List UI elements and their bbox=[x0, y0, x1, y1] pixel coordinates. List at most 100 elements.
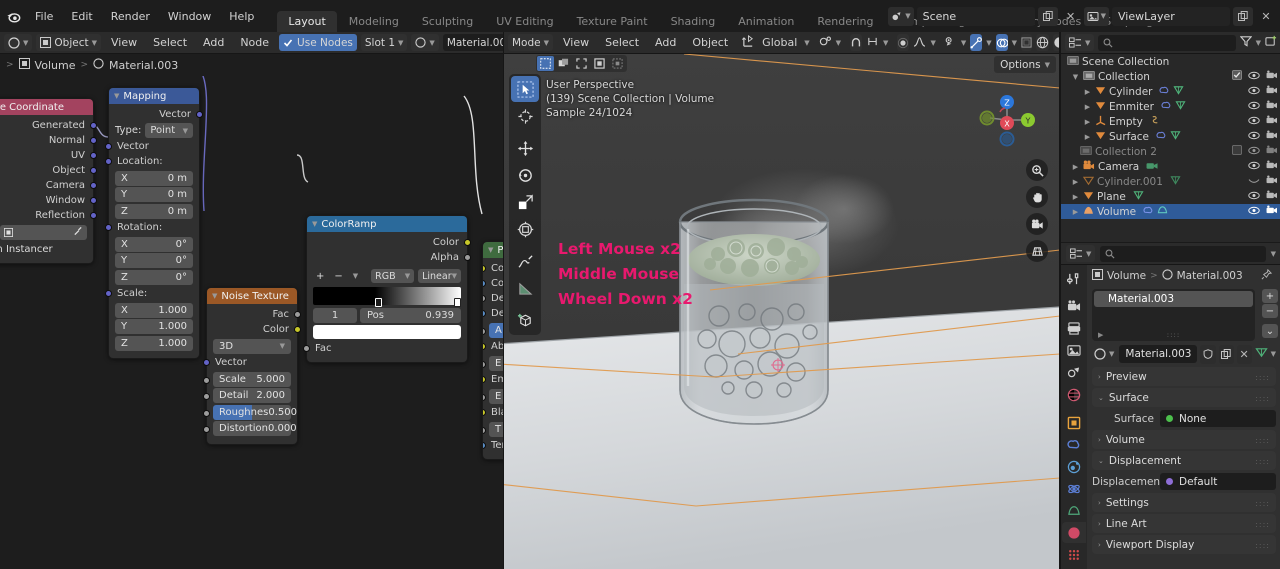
socket-dot[interactable] bbox=[483, 360, 486, 368]
node-collapse-icon[interactable]: ▼ bbox=[312, 220, 317, 228]
eyedropper-icon[interactable] bbox=[73, 226, 83, 239]
outliner-row-scene-collection[interactable]: Scene Collection bbox=[1061, 54, 1280, 69]
eye-icon[interactable] bbox=[1248, 116, 1260, 128]
mesh-data-icon[interactable] bbox=[1133, 190, 1144, 203]
material-name-input[interactable]: Material.003 bbox=[1119, 345, 1198, 363]
data-slot-icon[interactable] bbox=[1254, 347, 1268, 361]
xray-icon[interactable] bbox=[1021, 34, 1032, 51]
editor-divider-node-viewport[interactable] bbox=[503, 32, 504, 569]
scale-x-field[interactable]: X 1.000 bbox=[115, 302, 193, 318]
colorramp-pos-field[interactable]: Pos 0.939 bbox=[360, 308, 461, 323]
socket-dot[interactable] bbox=[203, 393, 210, 400]
socket-density-1[interactable]: Der bbox=[483, 291, 504, 306]
socket-dot[interactable] bbox=[105, 158, 112, 165]
properties-tab-material[interactable] bbox=[1062, 522, 1086, 543]
material-slot-item[interactable]: Material.003 bbox=[1094, 291, 1253, 307]
socket-location[interactable]: Location: bbox=[105, 154, 199, 169]
noise-scale-field[interactable]: Scale 5.000 bbox=[213, 371, 291, 387]
bsdf-anisotropic-field[interactable]: A bbox=[489, 322, 504, 338]
select-box-tool-icon[interactable] bbox=[511, 76, 539, 102]
socket-dot[interactable] bbox=[464, 239, 471, 246]
camera-view-icon[interactable] bbox=[1026, 213, 1048, 235]
viewport-options-button[interactable]: Options ▼ bbox=[994, 56, 1056, 73]
socket-dot[interactable] bbox=[90, 122, 97, 129]
material-browse-icon[interactable]: ▼ bbox=[1092, 346, 1116, 363]
menu-window[interactable]: Window bbox=[159, 7, 220, 26]
proportional-edit-icon[interactable] bbox=[897, 34, 910, 51]
breadcrumb-material-name[interactable]: Material.003 bbox=[109, 59, 178, 72]
colorramp-color-swatch[interactable] bbox=[313, 325, 461, 339]
socket-dot[interactable] bbox=[90, 137, 97, 144]
collection-checkbox[interactable] bbox=[1232, 70, 1242, 83]
outliner-tree[interactable]: Scene Collection ▼ Collection ▶ Cylinder bbox=[1061, 54, 1280, 264]
socket-dot[interactable] bbox=[105, 290, 112, 297]
properties-tab-object-constraints[interactable] bbox=[1062, 500, 1086, 521]
outliner-row-collection-2[interactable]: Collection 2 bbox=[1061, 144, 1280, 159]
material-slot-dropdown[interactable]: Slot 1 ▼ bbox=[360, 34, 408, 51]
socket-dot[interactable] bbox=[105, 224, 112, 231]
outliner-display-icon[interactable]: ▼ bbox=[1065, 34, 1095, 51]
panel-grip-icon[interactable]: :::: bbox=[1255, 373, 1270, 382]
socket-fac-out[interactable]: Fac bbox=[207, 307, 301, 322]
socket-dot[interactable] bbox=[483, 310, 486, 317]
viewport-menu-object[interactable]: Object bbox=[686, 34, 734, 51]
camera-data-icon[interactable] bbox=[1146, 160, 1159, 174]
socket-dot[interactable] bbox=[90, 167, 97, 174]
node-menu-add[interactable]: Add bbox=[197, 34, 230, 51]
socket-absorption[interactable]: Abs bbox=[483, 339, 504, 354]
editor-type-selector[interactable]: ▼ bbox=[4, 34, 33, 51]
outliner-row-cylinder-001[interactable]: ▶ Cylinder.001 bbox=[1061, 174, 1280, 189]
eye-icon[interactable] bbox=[1248, 146, 1260, 158]
outliner-row-emmiter[interactable]: ▶ Emmiter bbox=[1061, 99, 1280, 114]
snap-to-icon[interactable] bbox=[866, 36, 879, 50]
material-browse-icon[interactable]: ▼ bbox=[411, 34, 439, 51]
unlink-material-icon[interactable]: ✕ bbox=[1236, 344, 1252, 364]
new-collection-icon[interactable] bbox=[1265, 35, 1277, 50]
box-select-icon[interactable] bbox=[555, 56, 572, 71]
node-collapse-icon[interactable]: ▼ bbox=[488, 246, 493, 254]
socket-dot[interactable] bbox=[203, 409, 210, 417]
viewport-mode-dropdown[interactable]: Mode ▼ bbox=[508, 34, 553, 51]
colorramp-gradient[interactable] bbox=[313, 287, 461, 307]
eye-icon[interactable] bbox=[1248, 71, 1260, 83]
camera-render-icon[interactable] bbox=[1266, 115, 1278, 128]
eye-closed-icon[interactable] bbox=[1248, 176, 1260, 188]
location-z-field[interactable]: Z 0 m bbox=[115, 203, 193, 219]
camera-render-icon[interactable] bbox=[1266, 130, 1278, 143]
workspace-tab-shading[interactable]: Shading bbox=[660, 11, 727, 32]
socket-subsurface-color[interactable]: Colo bbox=[483, 276, 504, 291]
pivot-chevron-icon[interactable]: ▼ bbox=[836, 39, 841, 47]
workspace-tab-sculpting[interactable]: Sculpting bbox=[411, 11, 484, 32]
node-header-texture-coordinate[interactable]: ▼ Texture Coordinate bbox=[0, 99, 93, 115]
socket-color-out[interactable]: Color bbox=[207, 322, 301, 337]
socket-vector-in[interactable]: Vector bbox=[203, 355, 297, 370]
material-slot-specials-button[interactable]: ⌄ bbox=[1262, 324, 1278, 338]
socket-dot[interactable] bbox=[105, 143, 112, 150]
overlays-icon[interactable] bbox=[995, 34, 1008, 51]
camera-render-icon[interactable] bbox=[1266, 145, 1278, 158]
socket-dot[interactable] bbox=[464, 254, 471, 261]
falloff-chevron-icon[interactable]: ▼ bbox=[930, 39, 935, 47]
constraint-icon[interactable] bbox=[1150, 115, 1161, 128]
panel-grip-icon[interactable]: :::: bbox=[1255, 520, 1270, 529]
panel-grip-icon[interactable]: :::: bbox=[1255, 499, 1270, 508]
socket-temperature[interactable]: Ten bbox=[483, 438, 504, 453]
modifier-icon[interactable] bbox=[1161, 100, 1172, 113]
node-noise-texture[interactable]: ▼ Noise Texture Fac Color 3D ▼ Vector Sca… bbox=[203, 287, 301, 445]
socket-dot[interactable] bbox=[90, 197, 97, 204]
surface-value-dropdown[interactable]: None bbox=[1160, 410, 1276, 427]
node-mapping[interactable]: ▼ Mapping Vector Type: Point ▼ Vector Loc… bbox=[105, 87, 203, 359]
socket-dot[interactable] bbox=[483, 409, 486, 416]
object-field[interactable] bbox=[0, 225, 87, 240]
node-canvas[interactable]: ▼ Texture Coordinate Generated Normal UV… bbox=[0, 76, 504, 569]
viewport-menu-select[interactable]: Select bbox=[599, 34, 645, 51]
node-header-noise-texture[interactable]: ▼ Noise Texture bbox=[207, 288, 297, 304]
outliner-display-mode-icon[interactable]: ▼ bbox=[1066, 245, 1096, 262]
node-header-principled-bsdf[interactable]: ▼ P bbox=[483, 242, 504, 258]
orientation-icon[interactable] bbox=[742, 34, 755, 51]
blender-logo-icon[interactable] bbox=[0, 0, 26, 32]
mesh-data-icon[interactable] bbox=[1173, 85, 1185, 98]
workspace-tab-modeling[interactable]: Modeling bbox=[338, 11, 410, 32]
noise-distortion-field[interactable]: Distortion 0.000 bbox=[213, 421, 297, 436]
panel-grip-icon[interactable]: :::: bbox=[1255, 541, 1270, 550]
